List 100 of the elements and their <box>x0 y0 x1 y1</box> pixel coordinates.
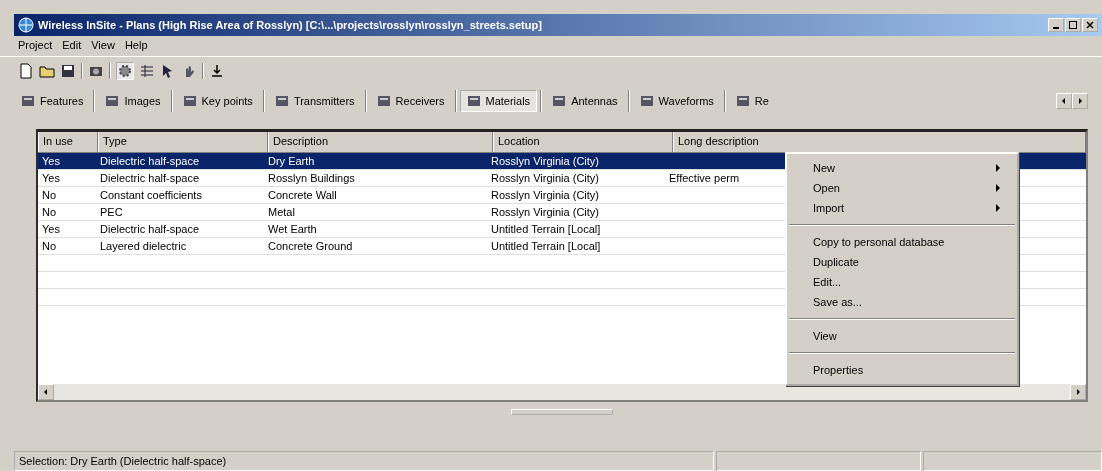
menu-item-label: Save as... <box>813 296 862 308</box>
table-cell: No <box>42 240 57 252</box>
panel-icon <box>182 94 197 108</box>
download-icon[interactable] <box>209 63 225 79</box>
menu-item-label: Copy to personal database <box>813 236 945 248</box>
table-cell: Wet Earth <box>268 223 317 235</box>
tab[interactable]: Waveforms <box>632 90 721 112</box>
tab[interactable]: Re <box>728 90 776 112</box>
menu-item-label: Edit... <box>813 276 842 288</box>
tab-label: Transmitters <box>293 95 355 107</box>
table-cell: Rosslyn Virginia (City) <box>491 155 599 167</box>
table-cell: Dielectric half-space <box>100 172 200 184</box>
submenu-arrow-icon <box>995 164 1001 172</box>
menu-item[interactable]: Help <box>124 39 148 53</box>
menu-item-label: Properties <box>813 364 864 376</box>
panel-icon <box>639 94 654 108</box>
table-cell: No <box>42 189 57 201</box>
table-cell: Untitled Terrain [Local] <box>491 223 601 235</box>
tab[interactable]: Antennas <box>545 90 625 112</box>
tab[interactable]: Transmitters <box>267 90 362 112</box>
left-arrow-icon <box>1060 97 1068 105</box>
right-arrow-icon <box>1076 97 1084 105</box>
column-header[interactable]: In use <box>38 132 98 152</box>
panel-icon <box>376 94 391 108</box>
table-cell: Concrete Wall <box>268 189 337 201</box>
tab-label: Features <box>40 95 84 107</box>
maximize-button[interactable] <box>1065 18 1081 32</box>
minimize-button[interactable] <box>1048 18 1064 32</box>
scroll-right-button[interactable] <box>1070 384 1086 400</box>
minimize-icon <box>1053 27 1059 29</box>
tab[interactable]: Features <box>14 90 91 112</box>
submenu-arrow-icon <box>995 204 1001 212</box>
tab-label: Re <box>754 95 769 107</box>
submenu-arrow-icon <box>995 184 1001 192</box>
table-cell: Layered dielectric <box>100 240 187 252</box>
tab-label: Materials <box>485 95 531 107</box>
column-header[interactable]: Description <box>268 132 493 152</box>
scroll-right-button[interactable] <box>1072 93 1088 109</box>
table-cell: Untitled Terrain [Local] <box>491 240 601 252</box>
menu-item-label: Import <box>813 202 845 214</box>
folder-icon[interactable] <box>39 63 55 79</box>
menu-item[interactable]: Project <box>18 39 53 53</box>
tab-label: Receivers <box>395 95 445 107</box>
tab-label: Key points <box>201 95 253 107</box>
grid-icon[interactable] <box>139 63 155 79</box>
column-header[interactable]: Location <box>493 132 673 152</box>
menu-item-label: Duplicate <box>813 256 859 268</box>
tab-label: Antennas <box>571 95 618 107</box>
left-arrow-icon <box>42 388 50 396</box>
table-cell: Dry Earth <box>268 155 315 167</box>
status-text: Selection: Dry Earth (Dielectric half-space) <box>19 455 227 467</box>
save-icon[interactable] <box>60 63 76 79</box>
table-cell: Yes <box>42 223 60 235</box>
table-cell: Constant coefficients <box>100 189 202 201</box>
table-cell: PEC <box>100 206 123 218</box>
context-menu-item[interactable]: Edit... <box>787 272 1017 292</box>
scroll-left-button[interactable] <box>1056 93 1072 109</box>
tab-label: Waveforms <box>658 95 714 107</box>
window-title: Wireless InSite - Plans (High Rise Area of Rosslyn) [C:\...\projects\rosslyn\rosslyn_streets.setup] <box>38 19 543 31</box>
panel-icon <box>274 94 289 108</box>
context-menu-item[interactable]: Save as... <box>787 292 1017 312</box>
new-file-icon[interactable] <box>18 63 34 79</box>
context-menu-item[interactable]: Duplicate <box>787 252 1017 272</box>
table-cell: Dielectric half-space <box>100 223 200 235</box>
close-icon <box>1085 20 1095 30</box>
table-cell: Concrete Ground <box>268 240 353 252</box>
table-cell: Metal <box>268 206 295 218</box>
tab[interactable]: Key points <box>175 90 260 112</box>
splitter-handle[interactable] <box>511 409 613 415</box>
close-button[interactable] <box>1082 18 1098 32</box>
right-arrow-icon <box>1074 388 1082 396</box>
tab[interactable]: Receivers <box>369 90 452 112</box>
table-cell: Rosslyn Virginia (City) <box>491 189 599 201</box>
globe-icon <box>18 17 34 33</box>
menu-item[interactable]: View <box>91 39 115 53</box>
table-cell: Rosslyn Virginia (City) <box>491 206 599 218</box>
table-cell: Dielectric half-space <box>100 155 200 167</box>
scroll-left-button[interactable] <box>38 384 54 400</box>
tab[interactable]: Materials <box>459 90 538 112</box>
tab-label: Images <box>124 95 161 107</box>
table-cell: Rosslyn Virginia (City) <box>491 172 599 184</box>
panel-icon <box>105 94 120 108</box>
panel-icon <box>21 94 35 108</box>
context-menu-item[interactable]: View <box>787 326 1017 346</box>
table-cell: Yes <box>42 155 60 167</box>
table-cell: Rosslyn Buildings <box>268 172 355 184</box>
maximize-icon <box>1068 20 1078 30</box>
column-header[interactable]: Type <box>98 132 268 152</box>
context-menu-item[interactable]: Properties <box>787 360 1017 380</box>
menu-item[interactable]: Edit <box>62 39 82 53</box>
panel-icon <box>466 94 481 108</box>
menu-item-label: View <box>813 330 837 342</box>
table-cell: Yes <box>42 172 60 184</box>
table-cell: Effective perm <box>669 172 740 184</box>
horizontal-scrollbar[interactable] <box>38 384 1086 400</box>
gear-icon[interactable] <box>116 62 134 80</box>
panel-icon <box>735 94 750 108</box>
panel-icon <box>552 94 567 108</box>
tab[interactable]: Images <box>98 90 168 112</box>
table-cell: No <box>42 206 57 218</box>
